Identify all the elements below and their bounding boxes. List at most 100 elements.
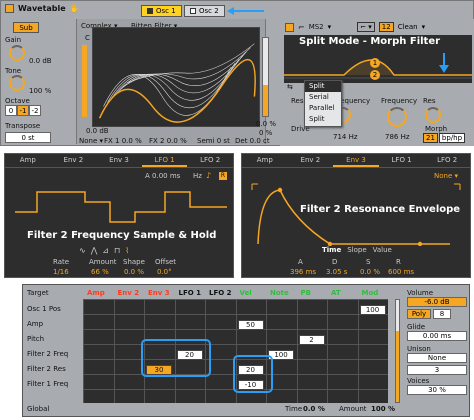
column-header: Note (270, 289, 289, 297)
tab-lfo-1[interactable]: LFO 1 (379, 154, 425, 167)
poly-toggle[interactable]: Poly (407, 309, 431, 319)
global-time-label: Time (285, 405, 303, 413)
filter-2-type[interactable]: Clean (398, 23, 418, 31)
osc-gain-value[interactable]: 0.0 dB (86, 127, 109, 135)
sub-tone-value[interactable]: 100 % (29, 87, 51, 95)
sine-wave-icon[interactable]: ∿ (79, 246, 86, 255)
tab-value[interactable]: Value (373, 246, 392, 254)
routing-option-serial[interactable]: Serial (305, 92, 341, 103)
hand-icon: ✋ (69, 4, 80, 13)
filter-1-marker[interactable]: 1 (370, 58, 380, 68)
semi-value[interactable]: Semi 0 st (197, 137, 230, 145)
tab-osc-2[interactable]: Osc 2 (184, 5, 225, 17)
sub-tone-label: Tone (5, 67, 22, 75)
osc-gain-slider[interactable] (262, 37, 269, 117)
lfo-retrigger-button[interactable]: R (219, 172, 227, 180)
row-filter2-freq: Filter 2 Freq (27, 350, 69, 358)
tab-amp[interactable]: Amp (5, 154, 51, 167)
routing-option-split[interactable]: Split (305, 114, 341, 125)
filter-2-slope[interactable]: 12 (378, 22, 394, 32)
env-tab-row: Amp Env 2 Env 3 LFO 1 LFO 2 (242, 154, 470, 168)
volume-label: Volume (407, 289, 434, 297)
routing-option-parallel[interactable]: Parallel (305, 103, 341, 114)
osc-1-toggle[interactable] (147, 8, 153, 14)
octave-minus1-button[interactable]: -1 (17, 105, 29, 116)
tab-env-2[interactable]: Env 2 (51, 154, 97, 167)
lfo-attack-value[interactable]: A 0.00 ms (145, 172, 180, 180)
sub-toggle-button[interactable]: Sub (13, 22, 39, 33)
note-icon[interactable]: ♪ (206, 171, 211, 180)
volume-field[interactable]: -6.0 dB (407, 297, 467, 307)
env-decay-value[interactable]: 3.05 s (326, 268, 347, 276)
lfo-shape-value[interactable]: 0.0 % (124, 268, 144, 276)
detune-value[interactable]: Det 0.0 ct (235, 137, 270, 145)
osc-2-toggle[interactable] (190, 8, 196, 14)
global-time-value[interactable]: 0.0 % (303, 405, 325, 413)
tab-env-3[interactable]: Env 3 (96, 154, 142, 167)
env-mode-dropdown[interactable]: None ▾ (434, 172, 458, 180)
tab-time[interactable]: Time (322, 246, 341, 254)
morph-field[interactable]: 21 bp/hp (423, 133, 466, 143)
envelope-panel: Amp Env 2 Env 3 LFO 1 LFO 2 None ▾ Filte… (241, 153, 471, 278)
grid-row-line (83, 344, 388, 345)
modulation-amount-pitch-pb[interactable]: 2 (298, 335, 325, 345)
lfo-shape-selector: ∿ ⋀ ⊿ ⊓ ⌇ (79, 246, 129, 255)
tab-env-2[interactable]: Env 2 (288, 154, 334, 167)
glide-field[interactable]: 0.00 ms (407, 331, 467, 341)
routing-current[interactable]: Split (305, 81, 341, 92)
filter-1-type[interactable]: MS2 (309, 23, 324, 31)
env-release-value[interactable]: 600 ms (388, 268, 414, 276)
lfo-offset-value[interactable]: 0.0° (157, 268, 172, 276)
lfo-hz-toggle[interactable]: Hz (193, 172, 202, 180)
chevron-down-icon: ▾ (454, 172, 459, 180)
tab-slope[interactable]: Slope (347, 246, 366, 254)
frequency-2-value[interactable]: 786 Hz (385, 133, 410, 141)
env-sustain-label: S (366, 258, 371, 266)
res-2-knob[interactable] (425, 107, 441, 123)
sample-hold-icon[interactable]: ⌇ (125, 246, 129, 255)
saw-wave-icon[interactable]: ⊿ (102, 246, 109, 255)
sub-gain-knob[interactable] (9, 45, 25, 61)
filter-2-marker[interactable]: 2 (370, 70, 380, 80)
frequency-2-knob[interactable] (387, 107, 407, 127)
sub-tone-knob[interactable] (9, 75, 25, 91)
poly-voices-dropdown[interactable]: 8 (433, 309, 451, 319)
sub-octave-label: Octave (5, 97, 30, 105)
unison-amount-field[interactable]: 30 % (407, 385, 467, 395)
lfo-rate-value[interactable]: 1/16 (53, 268, 69, 276)
frequency-1-value[interactable]: 714 Hz (333, 133, 358, 141)
env-attack-value[interactable]: 396 ms (290, 268, 316, 276)
filter-2-shape-button[interactable]: ⌐ ▾ (357, 22, 375, 32)
tab-osc-1[interactable]: Osc 1 (141, 5, 182, 17)
sub-gain-value[interactable]: 0.0 dB (29, 57, 52, 65)
lfo-amount-value[interactable]: 66 % (91, 268, 109, 276)
device-power-toggle[interactable] (5, 4, 14, 13)
volume-slider[interactable] (395, 299, 400, 403)
triangle-wave-icon[interactable]: ⋀ (91, 246, 98, 255)
tab-lfo-2[interactable]: LFO 2 (187, 154, 233, 167)
fx1-value[interactable]: FX 1 0.0 % (104, 137, 142, 145)
env-sustain-value[interactable]: 0.0 % (360, 268, 380, 276)
square-wave-icon[interactable]: ⊓ (114, 246, 120, 255)
osc-position-value[interactable]: 0.0 % (256, 120, 276, 128)
wavetable-position-slider[interactable] (82, 45, 87, 117)
tab-lfo-1[interactable]: LFO 1 (141, 154, 188, 167)
unison-dropdown[interactable]: None (407, 353, 467, 363)
osc-position-label: 0 % (259, 129, 273, 137)
routing-dropdown[interactable]: Split Serial Parallel Split (304, 80, 342, 127)
modulation-amount-amp-vel[interactable]: 50 (237, 320, 264, 330)
lfo-annotation: Filter 2 Frequency Sample & Hold (27, 230, 217, 241)
modulation-amount-osc1pos-mod[interactable]: 100 (359, 305, 386, 315)
tab-env-3[interactable]: Env 3 (333, 154, 379, 167)
tab-lfo-2[interactable]: LFO 2 (424, 154, 470, 167)
fx2-value[interactable]: FX 2 0.0 % (149, 137, 187, 145)
octave-minus2-button[interactable]: -2 (29, 105, 41, 116)
filter-1-toggle[interactable] (285, 22, 294, 32)
unison-count-field[interactable]: 3 (407, 365, 467, 375)
osc-mode-dropdown[interactable]: None ▾ (79, 137, 103, 145)
tab-amp[interactable]: Amp (242, 154, 288, 167)
grid-row-line (83, 299, 388, 300)
sub-transpose-field[interactable]: 0 st (5, 132, 51, 143)
global-amount-value[interactable]: 100 % (371, 405, 395, 413)
octave-0-button[interactable]: 0 (5, 105, 17, 116)
